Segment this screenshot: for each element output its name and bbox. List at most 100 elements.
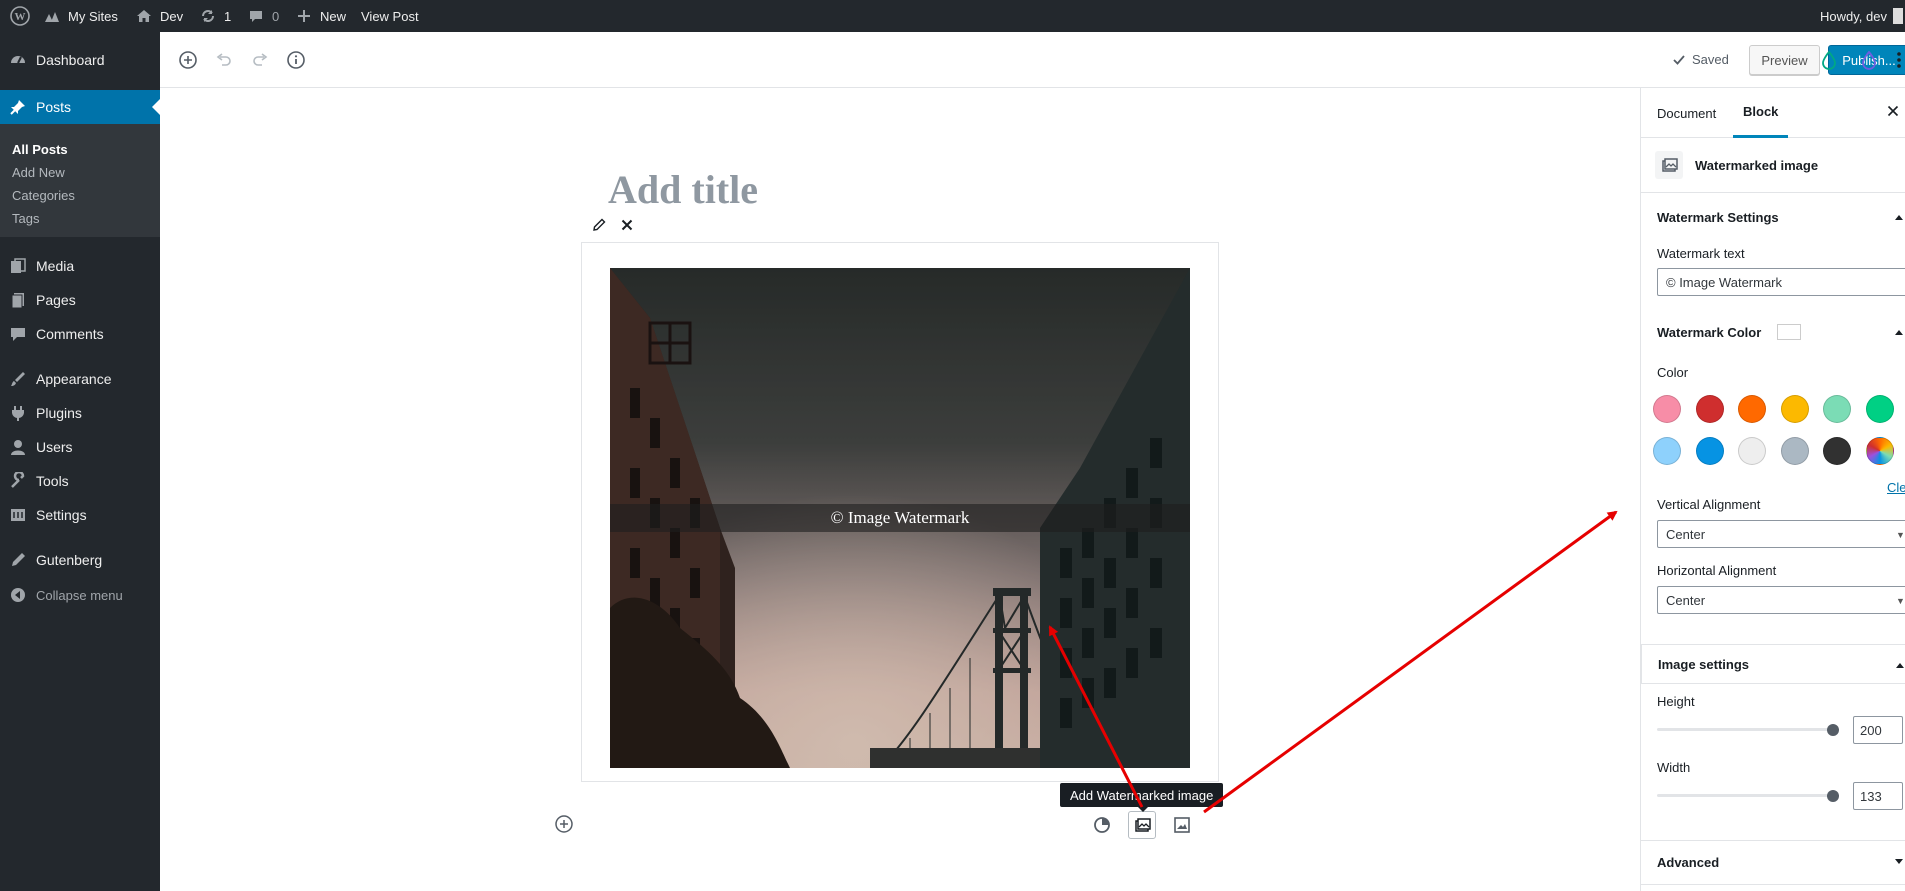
color-swatch[interactable]	[1780, 437, 1809, 465]
sidebar-item-appearance[interactable]: Appearance	[0, 362, 160, 396]
post-title[interactable]: Add title	[608, 166, 758, 213]
site-name-link[interactable]: Dev	[134, 0, 183, 32]
collapse-menu-button[interactable]: Collapse menu	[0, 580, 160, 610]
color-swatch[interactable]	[1865, 437, 1894, 465]
color-swatch[interactable]	[1780, 395, 1809, 423]
add-watermarked-image-button[interactable]	[1128, 811, 1156, 839]
tab-block[interactable]: Block	[1733, 88, 1789, 138]
image-block-button[interactable]	[1168, 811, 1196, 839]
more-options-button[interactable]	[1885, 46, 1905, 74]
new-label: New	[320, 8, 347, 24]
panel-title: Watermark Color	[1657, 324, 1762, 340]
site-name-label: Dev	[160, 8, 184, 24]
vertical-alignment-select[interactable]: Center ▼	[1657, 520, 1905, 548]
sidebar-item-label: Settings	[36, 507, 87, 523]
new-content-link[interactable]: New	[294, 0, 346, 32]
horizontal-alignment-label: Horizontal Alignment	[1657, 563, 1777, 578]
settings-sidebar: Document Block Watermarked image Waterma…	[1640, 88, 1905, 891]
sidebar-item-settings[interactable]: Settings	[0, 498, 160, 532]
green-drop-icon	[1822, 50, 1836, 70]
purple-drop-button[interactable]	[1855, 46, 1883, 74]
sidebar-item-pages[interactable]: Pages	[0, 283, 160, 317]
color-label: Color	[1657, 365, 1689, 380]
color-swatch[interactable]	[1865, 395, 1894, 423]
advanced-panel-toggle[interactable]: Advanced	[1641, 842, 1905, 882]
color-swatch[interactable]	[1823, 395, 1851, 423]
watermark-color-panel-toggle[interactable]: Watermark Color	[1641, 312, 1905, 352]
color-swatch[interactable]	[1823, 437, 1851, 465]
sidebar-item-posts[interactable]: Posts	[0, 90, 160, 124]
suggested-blocks	[1088, 811, 1196, 839]
sidebar-item-dashboard[interactable]: Dashboard	[0, 43, 160, 77]
height-slider-thumb[interactable]	[1827, 724, 1839, 736]
remove-image-button[interactable]	[620, 218, 634, 232]
width-input[interactable]: 133	[1853, 782, 1903, 810]
tools-icon	[0, 472, 36, 490]
comments-count: 0	[272, 8, 280, 24]
pie-chart-block-button[interactable]	[1088, 811, 1116, 839]
comment-bubble-icon	[246, 6, 266, 26]
width-slider[interactable]	[1657, 794, 1833, 797]
wordpress-logo-icon[interactable]: W	[10, 0, 30, 32]
tab-document[interactable]: Document	[1657, 88, 1716, 138]
submenu-categories[interactable]: Categories	[12, 188, 75, 203]
submenu-add-new[interactable]: Add New	[12, 165, 65, 180]
updates-count: 1	[224, 8, 232, 24]
undo-button[interactable]	[210, 46, 238, 74]
watermarked-image-icon	[1655, 151, 1683, 179]
color-swatch[interactable]	[1695, 437, 1724, 465]
redo-button[interactable]	[246, 46, 274, 74]
settings-icon	[0, 506, 36, 524]
preview-button[interactable]: Preview	[1749, 45, 1820, 75]
plugins-icon	[0, 404, 36, 422]
sidebar-item-label: Pages	[36, 292, 76, 308]
watermark-text-input[interactable]: © Image Watermark	[1657, 268, 1905, 296]
clear-color-link[interactable]: Cle	[1887, 480, 1905, 495]
sidebar-item-users[interactable]: Users	[0, 430, 160, 464]
block-card: Watermarked image	[1641, 138, 1905, 193]
undo-icon	[216, 53, 231, 66]
sidebar-item-label: Appearance	[36, 371, 112, 387]
sidebar-item-tools[interactable]: Tools	[0, 464, 160, 498]
horizontal-alignment-select[interactable]: Center ▼	[1657, 586, 1905, 614]
watermark-settings-panel-toggle[interactable]: Watermark Settings	[1641, 197, 1905, 237]
home-icon	[134, 6, 154, 26]
sidebar-item-gutenberg[interactable]: Gutenberg	[0, 543, 160, 577]
width-slider-thumb[interactable]	[1827, 790, 1839, 802]
admin-bar: W My Sites Dev 1 0 New View Post Howdy, …	[0, 0, 1905, 32]
sidebar-item-media[interactable]: Media	[0, 249, 160, 283]
panel-title: Image settings	[1658, 656, 1750, 672]
height-slider[interactable]	[1657, 728, 1833, 731]
color-swatch[interactable]	[1653, 395, 1681, 423]
color-swatch[interactable]	[1738, 395, 1766, 423]
view-post-link[interactable]: View Post	[361, 0, 419, 32]
svg-text:W: W	[15, 11, 26, 23]
green-drop-button[interactable]	[1815, 46, 1843, 74]
submenu-tags[interactable]: Tags	[12, 211, 39, 226]
my-sites-label: My Sites	[68, 8, 118, 24]
edit-pencil-button[interactable]	[592, 218, 606, 232]
pin-icon	[0, 98, 36, 116]
comments-link[interactable]: 0	[246, 0, 279, 32]
info-icon	[287, 51, 305, 69]
sidebar-item-comments[interactable]: Comments	[0, 317, 160, 351]
image-settings-panel-toggle[interactable]: Image settings	[1641, 644, 1905, 684]
color-swatch[interactable]	[1738, 437, 1766, 465]
add-block-button[interactable]	[174, 46, 202, 74]
content-info-button[interactable]	[282, 46, 310, 74]
sidebar-item-plugins[interactable]: Plugins	[0, 396, 160, 430]
updates-link[interactable]: 1	[198, 0, 231, 32]
divider	[1641, 884, 1905, 885]
submenu-all-posts[interactable]: All Posts	[12, 142, 68, 157]
my-sites-link[interactable]: My Sites	[42, 0, 118, 32]
color-swatch[interactable]	[1653, 437, 1681, 465]
block-inserter-button[interactable]	[554, 814, 574, 834]
editor-canvas: Add title © Image Watermark Add Watermar…	[160, 88, 1640, 891]
color-swatch[interactable]	[1695, 395, 1724, 423]
height-input[interactable]: 200	[1853, 716, 1903, 744]
updates-icon	[198, 6, 218, 26]
my-account-link[interactable]: Howdy, dev	[1820, 0, 1903, 32]
collapse-arrow-icon	[0, 587, 36, 603]
editor-header: Saved Preview Publish...	[160, 32, 1905, 88]
close-sidebar-button[interactable]	[1886, 104, 1904, 122]
